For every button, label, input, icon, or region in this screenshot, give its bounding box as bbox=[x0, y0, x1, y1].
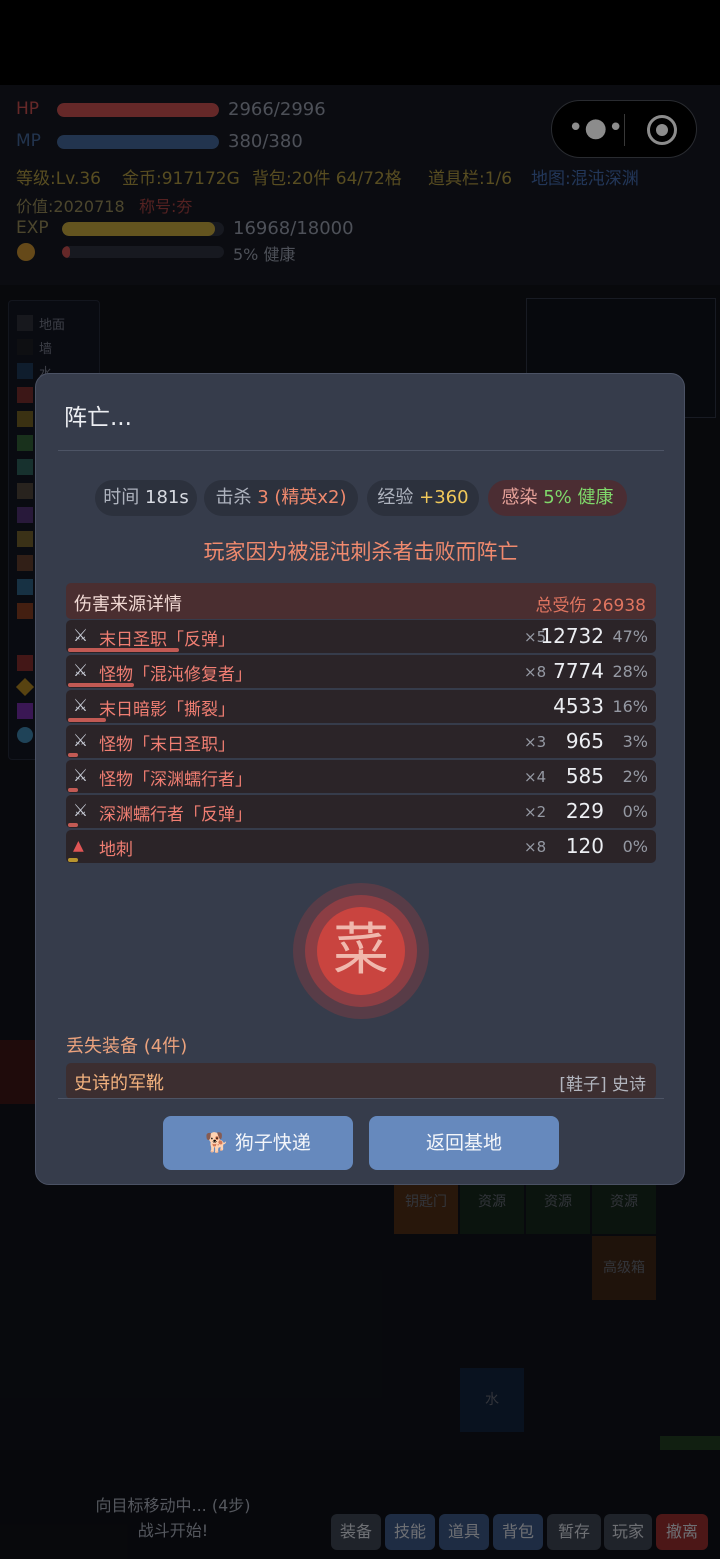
kills-label: 击杀 bbox=[215, 487, 252, 508]
kills-stat: 击杀 3 (精英x2) bbox=[204, 480, 358, 516]
death-dialog: 阵亡... 时间 181s 击杀 3 (精英x2) 经验 +360 感染 5% … bbox=[35, 373, 685, 1185]
damage-source-name: 怪物「深渊蠕行者」 bbox=[99, 770, 252, 790]
damage-source-name: 怪物「末日圣职」 bbox=[99, 735, 235, 755]
crossed-swords-icon: ⚔ bbox=[73, 801, 89, 821]
crossed-swords-icon: ⚔ bbox=[73, 696, 89, 716]
exp-label: 经验 bbox=[377, 487, 414, 508]
damage-source-name: 地刺 bbox=[99, 840, 133, 860]
damage-source-name: 末日暗影「撕裂」 bbox=[99, 700, 235, 720]
damage-share-bar bbox=[68, 718, 106, 722]
crossed-swords-icon: ⚔ bbox=[73, 626, 89, 646]
damage-value: 965 bbox=[565, 729, 604, 753]
damage-percent: 0% bbox=[622, 837, 648, 856]
damage-row: ⚔ 深渊蠕行者「反弹」 ×2 229 0% bbox=[66, 795, 656, 828]
lost-equipment-item: 史诗的军靴 [鞋子] 史诗 bbox=[66, 1063, 656, 1099]
crossed-swords-icon: ⚔ bbox=[73, 766, 89, 786]
damage-source-name: 深渊蠕行者「反弹」 bbox=[99, 805, 252, 825]
lost-equipment-title: 丢失装备 (4件) bbox=[66, 1036, 188, 1057]
return-base-button[interactable]: 返回基地 bbox=[369, 1116, 559, 1170]
damage-row: ⚔ 怪物「深渊蠕行者」 ×4 585 2% bbox=[66, 760, 656, 793]
exp-value: +360 bbox=[419, 487, 469, 508]
damage-percent: 3% bbox=[622, 732, 648, 751]
damage-source-header: 伤害来源详情 总受伤 26938 bbox=[66, 583, 656, 619]
damage-source-name: 怪物「混沌修复者」 bbox=[99, 665, 252, 685]
damage-share-bar bbox=[68, 788, 78, 792]
damage-percent: 0% bbox=[622, 802, 648, 821]
spike-triangle-icon: ▲ bbox=[73, 838, 84, 854]
damage-row: ▲ 地刺 ×8 120 0% bbox=[66, 830, 656, 863]
exp-stat: 经验 +360 bbox=[367, 480, 479, 516]
kills-value: 3 (精英x2) bbox=[257, 487, 347, 508]
damage-percent: 2% bbox=[622, 767, 648, 786]
damage-row: ⚔ 怪物「混沌修复者」 ×8 7774 28% bbox=[66, 655, 656, 688]
infection-stat: 感染 5% 健康 bbox=[488, 480, 627, 516]
time-stat: 时间 181s bbox=[95, 480, 197, 516]
crossed-swords-icon: ⚔ bbox=[73, 731, 89, 751]
damage-source-name: 末日圣职「反弹」 bbox=[99, 630, 235, 650]
time-value: 181s bbox=[145, 487, 189, 508]
damage-row: ⚔ 怪物「末日圣职」 ×3 965 3% bbox=[66, 725, 656, 758]
damage-share-bar bbox=[68, 753, 78, 757]
damage-percent: 28% bbox=[612, 662, 648, 681]
damage-value: 7774 bbox=[553, 659, 604, 683]
damage-value: 585 bbox=[565, 764, 604, 788]
time-label: 时间 bbox=[103, 487, 140, 508]
damage-share-bar bbox=[68, 858, 78, 862]
crossed-swords-icon: ⚔ bbox=[73, 661, 89, 681]
badge-char: 菜 bbox=[317, 907, 405, 995]
death-reason: 玩家因为被混沌刺杀者击败而阵亡 bbox=[203, 540, 519, 564]
damage-row: ⚔ 末日暗影「撕裂」 4533 16% bbox=[66, 690, 656, 723]
divider bbox=[58, 450, 664, 451]
divider bbox=[58, 1098, 664, 1099]
defeat-badge: 菜 bbox=[293, 883, 429, 1019]
damage-percent: 47% bbox=[612, 627, 648, 646]
damage-percent: 16% bbox=[612, 697, 648, 716]
dog-courier-button[interactable]: 🐕 狗子快递 bbox=[163, 1116, 353, 1170]
infection-value: 5% 健康 bbox=[543, 487, 614, 508]
infection-label: 感染 bbox=[501, 487, 538, 508]
damage-row: ⚔ 末日圣职「反弹」 ×5 12732 47% bbox=[66, 620, 656, 653]
damage-value: 120 bbox=[565, 834, 604, 858]
damage-value: 229 bbox=[565, 799, 604, 823]
damage-source-title: 伤害来源详情 bbox=[74, 594, 182, 615]
total-damage: 总受伤 26938 bbox=[535, 596, 646, 616]
lost-item-name: 史诗的军靴 bbox=[74, 1073, 164, 1094]
damage-share-bar bbox=[68, 683, 134, 687]
damage-value: 4533 bbox=[553, 694, 604, 718]
damage-share-bar bbox=[68, 823, 78, 827]
lost-item-detail: [鞋子] 史诗 bbox=[559, 1075, 646, 1095]
dialog-title: 阵亡... bbox=[64, 405, 132, 431]
damage-share-bar bbox=[68, 648, 179, 652]
damage-value: 12732 bbox=[540, 624, 604, 648]
